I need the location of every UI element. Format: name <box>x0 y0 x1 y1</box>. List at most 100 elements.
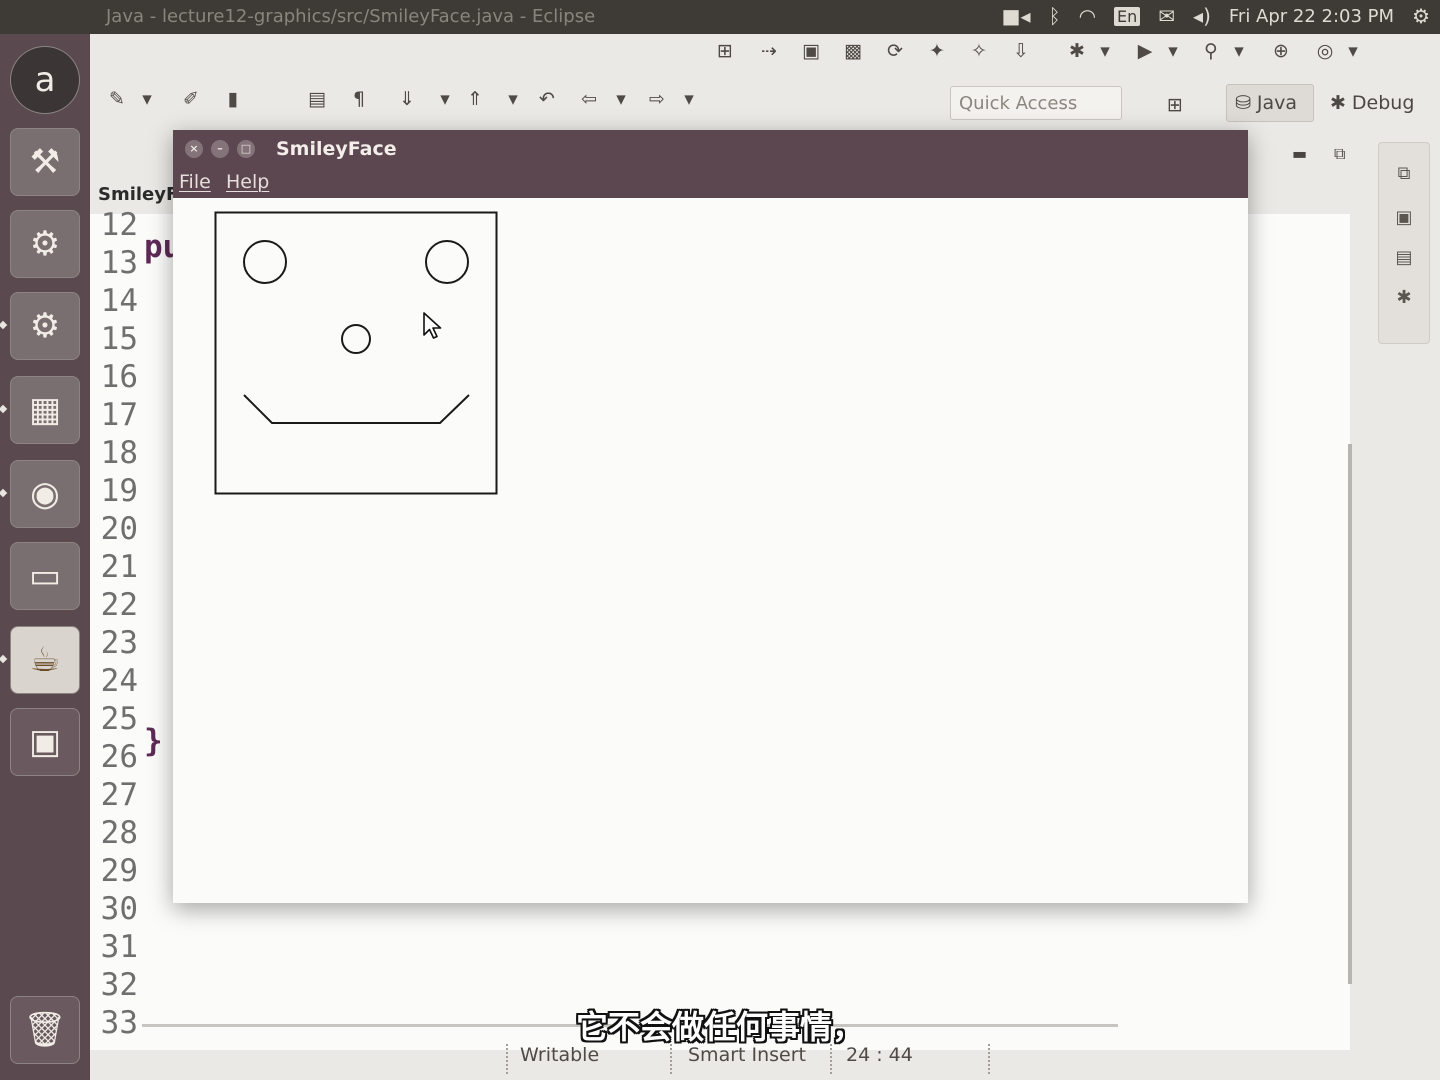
run-man-alt-icon[interactable]: ✧ <box>964 36 994 66</box>
chevron-down-icon[interactable]: ▾ <box>132 84 162 114</box>
open-type-icon[interactable]: ⊞ <box>710 36 740 66</box>
chevron-down-icon[interactable]: ▾ <box>1224 36 1254 66</box>
volume-icon[interactable]: ◂) <box>1193 4 1211 28</box>
top-panel: Java - lecture12-graphics/src/SmileyFace… <box>0 0 1440 34</box>
window-manager-icon[interactable]: ▣ <box>10 708 80 776</box>
line-number: 24 <box>100 663 138 699</box>
minimize-icon[interactable]: – <box>211 140 229 158</box>
vertical-scrollbar[interactable] <box>1348 444 1352 984</box>
mail-icon[interactable]: ✉ <box>1158 4 1175 28</box>
show-whitespace-icon[interactable]: ¶ <box>344 84 374 114</box>
next-annotation-icon[interactable]: ⇓ <box>392 84 422 114</box>
bug-icon[interactable]: ✱ <box>1391 287 1417 313</box>
clock[interactable]: Fri Apr 22 2:03 PM <box>1229 6 1394 27</box>
launcher: a ⚒ ⚙ ⚙ ▦ ◉ ▭ ☕ ▣ 🗑 <box>0 34 90 1080</box>
debug-icon[interactable]: ✱ <box>1062 36 1092 66</box>
refresh-icon[interactable]: ⟳ <box>880 36 910 66</box>
status-separator <box>506 1044 510 1074</box>
prev-annotation-icon[interactable]: ⇑ <box>460 84 490 114</box>
line-number: 23 <box>100 625 138 661</box>
close-icon[interactable]: × <box>185 140 203 158</box>
left-eye <box>243 240 287 284</box>
line-number: 12 <box>100 207 138 243</box>
maximize-icon[interactable]: □ <box>237 140 255 158</box>
firefox-icon[interactable]: ◉ <box>10 460 80 528</box>
line-number: 14 <box>100 283 138 319</box>
annotation-icon[interactable]: ✐ <box>176 84 206 114</box>
system-settings-icon[interactable]: ⚒ <box>10 128 80 196</box>
line-number: 18 <box>100 435 138 471</box>
running-indicator <box>0 654 8 664</box>
menu-bar: File Help <box>173 168 1248 198</box>
ubuntu-logo-icon[interactable]: a <box>10 46 80 114</box>
line-number: 15 <box>100 321 138 357</box>
block-select-icon[interactable]: ▤ <box>302 84 332 114</box>
run-man-icon[interactable]: ✦ <box>922 36 952 66</box>
camera-icon[interactable]: ■◂ <box>1002 4 1031 28</box>
chevron-down-icon[interactable]: ▾ <box>1158 36 1188 66</box>
status-separator <box>830 1044 834 1074</box>
back-icon[interactable]: ⇦ <box>574 84 604 114</box>
right-eye <box>425 240 469 284</box>
settings-gear-icon[interactable]: ⚙ <box>10 292 80 360</box>
bluetooth-icon[interactable]: ᛒ <box>1049 4 1061 28</box>
window-titlebar[interactable]: × – □ SmileyFace <box>173 130 1248 168</box>
running-indicator <box>0 404 8 414</box>
line-number: 32 <box>100 967 138 1003</box>
main-toolbar: ⊞ ⇢ ▣ ▩ ⟳ ✦ ✧ ⇩ ✱ ▾ ▶ ▾ ⚲ ▾ ⊕ ◎ ▾ <box>90 36 1440 80</box>
chevron-down-icon[interactable]: ▾ <box>430 84 460 114</box>
pin-icon[interactable]: ✎ <box>102 84 132 114</box>
code-fragment: } <box>144 723 163 759</box>
chevron-down-icon[interactable]: ▾ <box>674 84 704 114</box>
menu-file[interactable]: File <box>179 171 211 193</box>
new-class-icon[interactable]: ⊕ <box>1266 36 1296 66</box>
java-icon[interactable]: ☕ <box>10 626 80 694</box>
window-title: SmileyFace <box>276 138 397 160</box>
perspective-java[interactable]: ⛁ Java <box>1226 84 1314 122</box>
last-edit-icon[interactable]: ↶ <box>532 84 562 114</box>
quick-access-input[interactable]: Quick Access <box>950 86 1122 120</box>
forward-icon[interactable]: ⇨ <box>642 84 672 114</box>
line-number: 26 <box>100 739 138 775</box>
outline-icon[interactable]: ▣ <box>1391 207 1417 233</box>
external-tools-icon[interactable]: ⚲ <box>1196 36 1226 66</box>
mouth <box>243 394 470 424</box>
maximize-icon[interactable]: ⧉ <box>1334 144 1345 174</box>
chevron-down-icon[interactable]: ▾ <box>498 84 528 114</box>
restore-icon[interactable]: ⧉ <box>1391 163 1417 189</box>
menu-help[interactable]: Help <box>226 171 269 193</box>
new-wizard-icon[interactable]: ◎ <box>1310 36 1340 66</box>
line-number: 19 <box>100 473 138 509</box>
line-number: 27 <box>100 777 138 813</box>
open-resource-icon[interactable]: ⇢ <box>754 36 784 66</box>
line-number: 25 <box>100 701 138 737</box>
wifi-icon[interactable]: ◠ <box>1079 4 1096 28</box>
open-perspective-icon[interactable]: ⊞ <box>1160 90 1190 120</box>
highlight-icon[interactable]: ▮ <box>218 84 248 114</box>
status-separator <box>988 1044 992 1074</box>
grid-icon[interactable]: ▩ <box>838 36 868 66</box>
presentation-icon[interactable]: ▦ <box>10 376 80 444</box>
line-number: 20 <box>100 511 138 547</box>
line-number: 21 <box>100 549 138 585</box>
video-subtitle: 它不会做任何事情， <box>575 1008 864 1046</box>
workspace-switcher-icon[interactable]: ▭ <box>10 542 80 610</box>
side-trim-stack: ⧉ ▣ ▤ ✱ <box>1378 142 1430 344</box>
deploy-icon[interactable]: ⇩ <box>1006 36 1036 66</box>
perspective-debug[interactable]: ✱ Debug <box>1322 84 1432 122</box>
minimize-icon[interactable]: ▬ <box>1292 144 1307 174</box>
run-icon[interactable]: ▶ <box>1130 36 1160 66</box>
console-icon[interactable]: ▤ <box>1391 247 1417 273</box>
drawing-canvas <box>214 211 498 495</box>
keyboard-layout-indicator[interactable]: En <box>1114 6 1141 26</box>
chevron-down-icon[interactable]: ▾ <box>606 84 636 114</box>
software-updater-icon[interactable]: ⚙ <box>10 210 80 278</box>
line-number: 28 <box>100 815 138 851</box>
build-icon[interactable]: ▣ <box>796 36 826 66</box>
line-number: 17 <box>100 397 138 433</box>
gear-icon[interactable]: ⚙ <box>1412 4 1430 28</box>
chevron-down-icon[interactable]: ▾ <box>1090 36 1120 66</box>
chevron-down-icon[interactable]: ▾ <box>1338 36 1368 66</box>
line-number: 30 <box>100 891 138 927</box>
running-indicator <box>0 488 8 498</box>
